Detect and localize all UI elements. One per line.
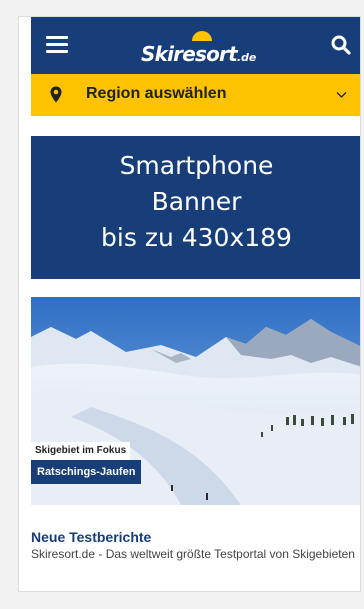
search-icon[interactable] (331, 35, 351, 55)
hamburger-menu-icon[interactable] (46, 36, 68, 54)
site-header: Skiresort.de (31, 17, 360, 74)
banner-line-3: bis zu 430x189 (101, 223, 292, 252)
banner-line-2: Banner (151, 187, 242, 216)
smartphone-ad-banner[interactable]: Smartphone Banner bis zu 430x189 (31, 136, 360, 279)
map-pin-icon (50, 86, 62, 103)
banner-line-1: Smartphone (119, 151, 274, 180)
promo-title: Ratschings-Jaufen (31, 460, 142, 484)
chevron-down-icon (336, 92, 347, 98)
featured-resort-card[interactable]: Skigebiet im Fokus Ratschings-Jaufen (31, 297, 360, 505)
region-label: Region auswählen (86, 85, 227, 102)
news-title-link[interactable]: Neue Testberichte (31, 529, 151, 545)
skiresort-logo[interactable]: Skiresort.de (141, 26, 257, 68)
promo-kicker: Skigebiet im Fokus (31, 442, 131, 460)
sun-icon (192, 31, 212, 41)
news-description: Skiresort.de - Das weltweit größte Testp… (31, 547, 355, 561)
region-selector[interactable]: Region auswählen (31, 74, 360, 116)
logo-text: Skiresort.de (141, 42, 257, 66)
page-frame: Skiresort.de Region auswählen Smartphone… (18, 16, 361, 592)
